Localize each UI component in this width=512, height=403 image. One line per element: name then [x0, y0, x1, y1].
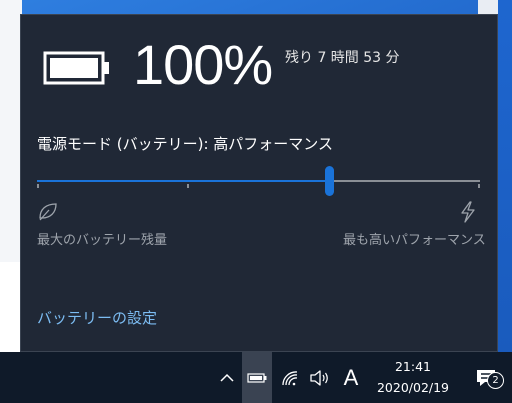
battery-percentage: 100%	[133, 33, 273, 96]
desktop-wallpaper-strip	[498, 0, 512, 352]
chevron-up-icon	[220, 373, 234, 382]
notification-count-badge: 2	[487, 372, 504, 389]
desktop-window-edge-lower	[0, 262, 22, 352]
power-mode-max-label: 最も高いパフォーマンス	[343, 233, 486, 248]
slider-tick	[187, 184, 189, 188]
network-tray-button[interactable]	[276, 352, 304, 403]
speaker-icon	[310, 369, 328, 386]
battery-settings-link[interactable]: バッテリーの設定	[37, 307, 157, 328]
battery-icon	[43, 51, 109, 85]
ime-indicator-button[interactable]: A	[338, 352, 364, 403]
taskbar-clock[interactable]: 21:41 2020/02/19	[368, 356, 458, 398]
power-mode-slider-thumb[interactable]	[324, 166, 334, 196]
clock-date: 2020/02/19	[376, 380, 450, 395]
leaf-icon	[39, 203, 57, 221]
battery-icon	[247, 372, 267, 383]
battery-remaining-time: 残り 7 時間 53 分	[285, 50, 400, 66]
show-hidden-icons-button[interactable]	[214, 352, 240, 403]
wifi-icon	[282, 370, 298, 385]
power-mode-slider-fill	[37, 180, 330, 182]
slider-tick	[37, 184, 39, 188]
volume-tray-button[interactable]	[306, 352, 334, 403]
power-mode-label: 電源モード (バッテリー): 高パフォーマンス	[37, 135, 333, 153]
power-mode-slider-track[interactable]	[37, 180, 480, 182]
clock-time: 21:41	[394, 359, 432, 374]
battery-tray-button[interactable]	[242, 352, 272, 403]
lightning-icon	[461, 201, 475, 223]
taskbar: A 21:41 2020/02/19	[0, 352, 512, 403]
slider-tick	[478, 184, 480, 188]
power-mode-min-label: 最大のバッテリー残量	[37, 233, 168, 248]
battery-flyout: 100% 残り 7 時間 53 分 電源モード (バッテリー): 高パフォーマン…	[20, 14, 498, 352]
